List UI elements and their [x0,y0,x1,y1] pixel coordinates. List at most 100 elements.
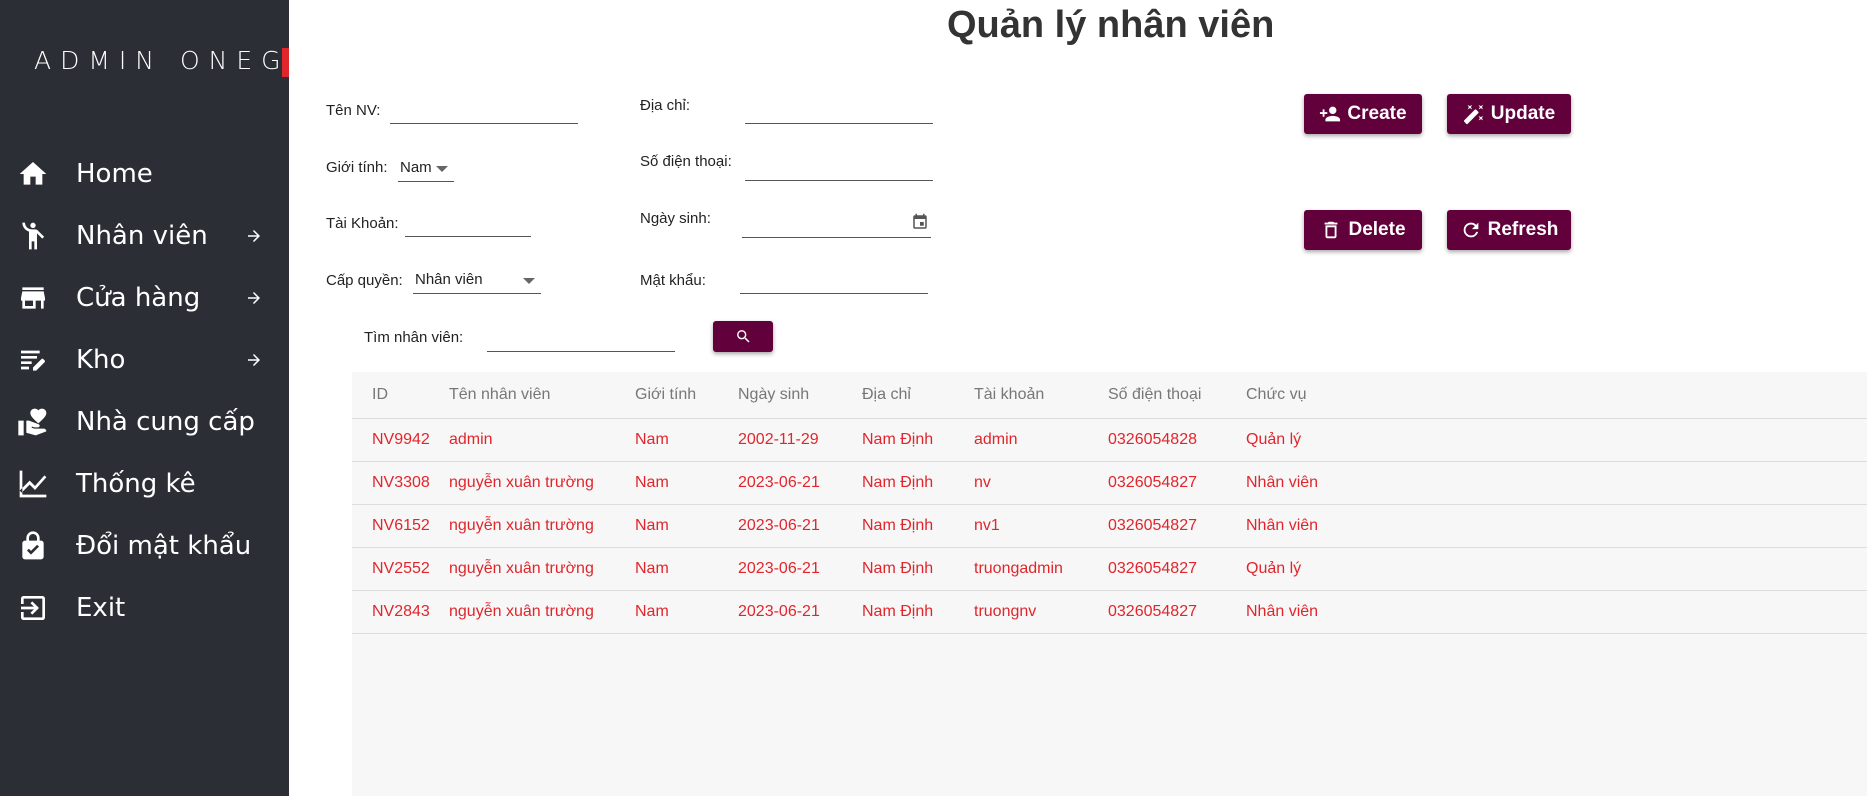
so-dien-thoai-input[interactable] [745,157,933,181]
refresh-icon [1463,222,1478,238]
calendar-icon[interactable] [911,213,929,231]
tai-khoan-input[interactable] [405,213,531,237]
mat-khau-input[interactable] [740,270,928,294]
brand-accent-bar [282,48,289,77]
column-header-chuc-vu[interactable]: Chức vụ [1246,372,1867,419]
column-header-ten-nhan-vien[interactable]: Tên nhân viên [449,372,635,419]
cap-quyen-label: Cấp quyền: [326,272,403,289]
arrow-right-icon [245,289,263,307]
sidebar: ADMIN ONEG Home Nhân viên Cửa hàng Kho N… [0,0,289,796]
cell-id: NV3308 [352,461,449,505]
cell-dia-chi: Nam Định [862,590,974,634]
cell-ngay-sinh: 2023-06-21 [738,547,862,591]
table-row[interactable]: NV2552 nguyễn xuân trường Nam 2023-06-21… [352,547,1867,591]
cell-chuc-vu: Nhân viên [1246,461,1867,505]
cap-quyen-value: Nhân viên [415,271,483,288]
table-header-row: ID Tên nhân viên Giới tính Ngày sinh Địa… [352,372,1867,419]
sidebar-item-label: Cửa hàng [76,283,201,313]
sidebar-item-nhan-vien[interactable]: Nhân viên [0,211,289,261]
cell-ten-nhan-vien: nguyễn xuân trường [449,504,635,548]
search-icon [736,330,750,343]
exit-icon [16,591,50,625]
cell-ten-nhan-vien: nguyễn xuân trường [449,590,635,634]
column-header-dia-chi[interactable]: Địa chỉ [862,372,974,419]
cell-id: NV6152 [352,504,449,548]
update-button[interactable]: Update [1447,94,1571,134]
sidebar-item-label: Đổi mật khẩu [76,531,252,561]
cell-so-dien-thoai: 0326054827 [1108,590,1246,634]
delete-button-label: Delete [1348,219,1406,240]
cell-tai-khoan: nv1 [974,504,1108,548]
create-button-label: Create [1347,103,1407,124]
gioi-tinh-select[interactable]: Nam [398,156,454,182]
cell-ngay-sinh: 2023-06-21 [738,504,862,548]
brand-logo: ADMIN ONEG [34,46,289,75]
cell-gioi-tinh: Nam [635,418,738,462]
cell-chuc-vu: Nhân viên [1246,504,1867,548]
supplier-hand-icon [16,405,50,439]
sidebar-item-nha-cung-cap[interactable]: Nhà cung cấp [0,397,289,447]
cell-tai-khoan: truongadmin [974,547,1108,591]
delete-button[interactable]: Delete [1304,210,1422,250]
cell-gioi-tinh: Nam [635,590,738,634]
cell-ten-nhan-vien: nguyễn xuân trường [449,547,635,591]
ngay-sinh-label: Ngày sinh: [640,210,711,227]
cell-gioi-tinh: Nam [635,461,738,505]
cell-ngay-sinh: 2002-11-29 [738,418,862,462]
sidebar-item-label: Thống kê [76,469,196,499]
column-header-tai-khoan[interactable]: Tài khoản [974,372,1108,419]
column-header-id[interactable]: ID [352,372,449,419]
sidebar-item-exit[interactable]: Exit [0,583,289,633]
column-header-so-dien-thoai[interactable]: Số điện thoại [1108,372,1246,419]
add-person-icon [1320,106,1341,122]
trash-icon [1325,221,1338,239]
chart-icon [16,467,50,501]
magic-wand-icon [1463,104,1483,125]
gioi-tinh-value: Nam [400,159,432,176]
sidebar-item-kho[interactable]: Kho [0,335,289,385]
page-title: Quản lý nhân viên [947,4,1275,46]
ngay-sinh-input[interactable] [742,214,931,238]
tai-khoan-label: Tài Khoản: [326,215,399,232]
table-row[interactable]: NV2843 nguyễn xuân trường Nam 2023-06-21… [352,590,1867,634]
search-button[interactable] [713,321,773,352]
sidebar-item-doi-mat-khau[interactable]: Đổi mật khẩu [0,521,289,571]
cell-so-dien-thoai: 0326054828 [1108,418,1246,462]
gioi-tinh-label: Giới tính: [326,159,388,176]
employee-table-container: ID Tên nhân viên Giới tính Ngày sinh Địa… [352,372,1867,796]
create-button[interactable]: Create [1304,94,1422,134]
cap-quyen-select[interactable]: Nhân viên [413,268,541,294]
cell-tai-khoan: admin [974,418,1108,462]
cell-gioi-tinh: Nam [635,504,738,548]
table-row[interactable]: NV9942 admin Nam 2002-11-29 Nam Định adm… [352,418,1867,462]
column-header-gioi-tinh[interactable]: Giới tính [635,372,738,419]
cell-ten-nhan-vien: admin [449,418,635,462]
sidebar-item-home[interactable]: Home [0,149,289,199]
so-dien-thoai-label: Số điện thoại: [640,153,732,170]
search-input[interactable] [487,328,675,352]
cell-chuc-vu: Quản lý [1246,418,1867,462]
ten-nv-input[interactable] [390,100,578,124]
mat-khau-label: Mật khẩu: [640,272,706,289]
refresh-button[interactable]: Refresh [1447,210,1571,250]
cell-tai-khoan: truongnv [974,590,1108,634]
home-icon [16,157,50,191]
cell-dia-chi: Nam Định [862,461,974,505]
cell-dia-chi: Nam Định [862,547,974,591]
cell-so-dien-thoai: 0326054827 [1108,547,1246,591]
cell-id: NV2552 [352,547,449,591]
cell-ten-nhan-vien: nguyễn xuân trường [449,461,635,505]
sidebar-item-thong-ke[interactable]: Thống kê [0,459,289,509]
cell-chuc-vu: Nhân viên [1246,590,1867,634]
table-row[interactable]: NV6152 nguyễn xuân trường Nam 2023-06-21… [352,504,1867,548]
sidebar-item-label: Nhân viên [76,221,208,251]
ten-nv-label: Tên NV: [326,102,381,119]
column-header-ngay-sinh[interactable]: Ngày sinh [738,372,862,419]
person-icon [16,219,50,253]
cell-tai-khoan: nv [974,461,1108,505]
dia-chi-input[interactable] [745,100,933,124]
arrow-right-icon [245,227,263,245]
sidebar-item-cua-hang[interactable]: Cửa hàng [0,273,289,323]
tim-nhan-vien-label: Tìm nhân viên: [364,329,464,346]
table-row[interactable]: NV3308 nguyễn xuân trường Nam 2023-06-21… [352,461,1867,505]
